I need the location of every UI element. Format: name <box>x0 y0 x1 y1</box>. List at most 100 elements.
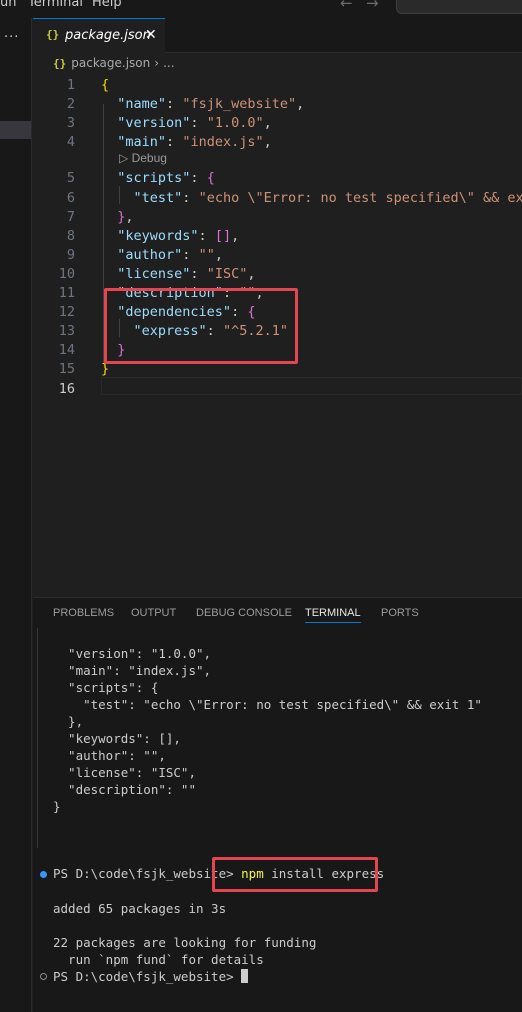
code-line: "license": "ISC", <box>101 266 255 282</box>
code-token: "1.0.0" <box>206 115 264 132</box>
code-token: : <box>182 189 199 206</box>
line-number: 11 <box>58 285 75 301</box>
code-token: , <box>263 115 272 132</box>
codelens-debug-label: Debug <box>131 151 167 165</box>
title-bar: un Terminal Help ← → <box>0 0 522 18</box>
code-token: "version" <box>117 115 191 132</box>
terminal-output-line: "author": "", <box>53 748 166 763</box>
line-number: 9 <box>66 246 75 263</box>
terminal-added-line: added 65 packages in 3s <box>53 901 227 916</box>
code-token: [] <box>214 227 232 244</box>
more-actions-icon[interactable]: ... <box>4 26 19 41</box>
code-token: "test" <box>133 189 183 206</box>
sidebar-selected-item[interactable] <box>0 121 31 139</box>
line-number: 13 <box>58 323 75 340</box>
code-line: }, <box>101 208 134 225</box>
breadcrumb-file[interactable]: package.json <box>71 56 150 70</box>
code-line: "version": "1.0.0", <box>101 115 272 132</box>
terminal-funding-line: 22 packages are looking for funding <box>53 935 317 950</box>
code-token: , <box>125 208 134 225</box>
code-token: : <box>182 246 199 263</box>
line-number: 6 <box>66 189 75 206</box>
line-number: 10 <box>58 265 75 282</box>
code-token: : <box>190 170 207 187</box>
breadcrumb: {} package.json ›... <box>53 56 175 74</box>
tab-label: package.json <box>65 28 151 43</box>
terminal-output-line: }, <box>53 714 84 729</box>
dependencies-highlight-box <box>104 288 298 364</box>
code-token: "" <box>198 246 215 263</box>
tab-ports[interactable]: PORTS <box>381 607 419 619</box>
terminal-output-line: "keywords": [], <box>53 731 181 746</box>
terminal-output-line: "main": "index.js", <box>53 663 212 678</box>
terminal-prompt: PS D:\code\fsjk_website> <box>53 866 234 881</box>
line-number: 16 <box>58 380 75 397</box>
terminal-output-line: "scripts": { <box>53 680 159 695</box>
codelens-debug[interactable]: ▷ Debug <box>119 151 167 165</box>
code-token: "name" <box>117 96 167 113</box>
terminal-funding-details: run `npm fund` for details <box>53 952 264 967</box>
terminal-prompt-line[interactable]: PS D:\code\fsjk_website> <box>53 969 249 984</box>
code-token: "main" <box>117 134 167 151</box>
menu-run[interactable]: un <box>0 0 16 10</box>
terminal-output-line: "version": "1.0.0", <box>53 646 212 661</box>
line-number: 12 <box>58 304 75 321</box>
tab-terminal[interactable]: TERMINAL <box>305 607 361 623</box>
terminal-prompt: PS D:\code\fsjk_website> <box>53 969 234 984</box>
json-file-icon: {} <box>53 57 67 70</box>
tab-output[interactable]: OUTPUT <box>131 607 176 619</box>
code-token: { <box>206 170 215 187</box>
menu-help[interactable]: Help <box>92 0 122 10</box>
code-token: : <box>190 265 207 282</box>
code-line: { <box>101 77 109 93</box>
line-number: 1 <box>66 77 75 93</box>
code-token: , <box>263 134 272 151</box>
terminal-output-line: "description": "" <box>53 782 196 797</box>
code-token: , <box>296 96 305 113</box>
code-token: "scripts" <box>117 170 191 187</box>
code-token: , <box>231 227 240 244</box>
editor-tab-bar: {} package.json ✕ <box>33 18 522 53</box>
code-token: "author" <box>117 246 183 263</box>
current-line-highlight <box>101 377 522 395</box>
breadcrumb-more[interactable]: ... <box>163 56 174 70</box>
code-line: "test": "echo \"Error: no test specified… <box>101 190 522 206</box>
terminal-output-line: "license": "ISC", <box>53 765 196 780</box>
tab-package-json[interactable]: {} package.json ✕ <box>33 18 165 53</box>
command-pending-dot-icon[interactable] <box>40 973 47 980</box>
command-highlight-box <box>212 857 378 892</box>
code-token: : <box>166 134 183 151</box>
tab-problems[interactable]: PROBLEMS <box>53 607 114 619</box>
forward-arrow-icon[interactable]: → <box>366 0 379 12</box>
terminal-output-line: "test": "echo \"Error: no test specified… <box>53 697 482 712</box>
tab-debug-console[interactable]: DEBUG CONSOLE <box>196 607 292 619</box>
bottom-panel: PROBLEMS OUTPUT DEBUG CONSOLE TERMINAL P… <box>33 597 522 1012</box>
menu-terminal[interactable]: Terminal <box>28 0 83 10</box>
line-number: 8 <box>66 227 75 244</box>
line-number: 14 <box>58 342 75 359</box>
terminal-cursor <box>241 969 249 983</box>
code-token: , <box>214 246 223 263</box>
play-icon: ▷ <box>119 151 132 165</box>
code-line: "name": "fsjk_website", <box>101 96 304 112</box>
command-center-search[interactable] <box>396 0 522 14</box>
code-token: , <box>247 265 256 282</box>
code-token: "index.js" <box>182 134 264 151</box>
close-icon[interactable]: ✕ <box>145 27 157 43</box>
command-success-dot-icon[interactable] <box>40 871 47 878</box>
code-token: "keywords" <box>117 227 199 244</box>
code-token: : <box>198 227 215 244</box>
terminal-decoration-line <box>37 628 38 848</box>
back-arrow-icon[interactable]: ← <box>340 0 353 12</box>
code-token: "echo \"Error: no test specified\" && ex… <box>198 189 522 206</box>
code-token: "fsjk_website" <box>182 96 297 113</box>
